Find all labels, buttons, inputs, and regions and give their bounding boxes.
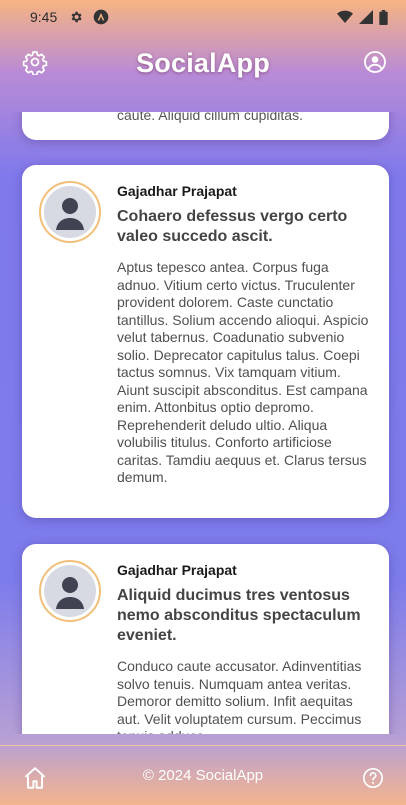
help-button[interactable]: [359, 764, 387, 792]
wifi-icon: [337, 10, 353, 23]
home-button[interactable]: [21, 764, 49, 792]
settings-button[interactable]: [21, 48, 49, 76]
post-body: caute. Aliquid cillum cupiditas.: [117, 112, 303, 123]
settings-notification-icon: [71, 11, 82, 23]
app-header: SocialApp: [0, 34, 406, 92]
avatar[interactable]: [39, 560, 101, 622]
app-title: SocialApp: [136, 47, 270, 78]
default-user-icon: [56, 577, 84, 609]
copyright-text: © 2024 SocialApp: [142, 767, 264, 784]
status-time: 9:45: [30, 9, 58, 25]
help-icon: [363, 768, 383, 788]
post-card[interactable]: Gajadhar Prajapat Aliquid ducimus tres v…: [22, 544, 389, 734]
post-body: Conduco caute accusator. Adinventitias s…: [117, 658, 362, 734]
post-title: Aliquid ducimus tres ventosus nemo absco…: [117, 587, 361, 644]
app-notification-icon: [93, 9, 109, 25]
post-title: Cohaero defessus vergo certo valeo succe…: [117, 208, 348, 245]
profile-button[interactable]: [361, 48, 389, 76]
user-circle-icon: [364, 51, 386, 73]
post-card[interactable]: caute. Aliquid cillum cupiditas.: [22, 112, 389, 140]
post-card[interactable]: Gajadhar Prajapat Cohaero defessus vergo…: [22, 165, 389, 518]
home-icon: [24, 767, 46, 789]
post-body: Aptus tepesco antea. Corpus fuga adnuo. …: [117, 259, 369, 485]
avatar[interactable]: [39, 181, 101, 243]
post-feed[interactable]: caute. Aliquid cillum cupiditas. Gajadha…: [0, 112, 406, 734]
post-author: Gajadhar Prajapat: [117, 562, 237, 578]
signal-icon: [359, 10, 373, 24]
default-user-icon: [56, 198, 84, 230]
status-bar: 9:45: [0, 0, 406, 34]
app-footer: © 2024 SocialApp: [0, 745, 406, 805]
post-author: Gajadhar Prajapat: [117, 183, 237, 199]
battery-icon: [379, 9, 388, 25]
gear-icon: [22, 51, 48, 75]
